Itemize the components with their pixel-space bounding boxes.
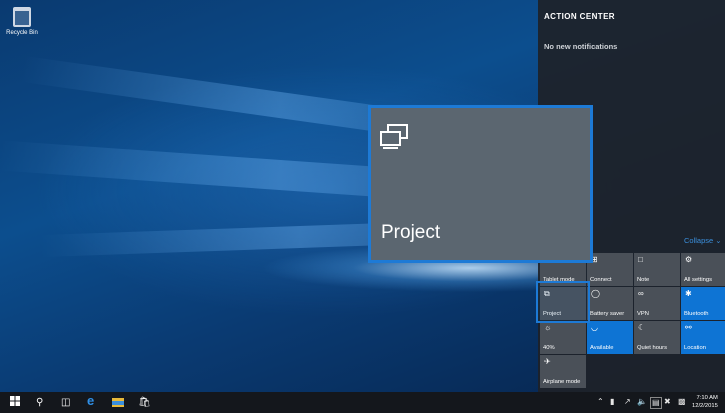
vpn-icon: ∞: [638, 289, 644, 298]
moon-icon: ☾: [638, 323, 646, 332]
chevron-up-icon[interactable]: ⌃: [597, 397, 604, 407]
clock-time: 7:10 AM: [696, 395, 718, 401]
tile-connect[interactable]: ⊞ Connect: [587, 253, 633, 286]
network-tray-icon[interactable]: ↗: [624, 397, 631, 407]
tile-all-settings[interactable]: ⚙ All settings: [681, 253, 725, 286]
clock[interactable]: 7:10 AM 12/2/2015: [692, 394, 718, 410]
tile-label: Battery saver: [590, 311, 625, 317]
tile-bluetooth[interactable]: ✱ Bluetooth: [681, 287, 725, 320]
note-icon: □: [638, 255, 643, 264]
tile-vpn[interactable]: ∞ VPN: [634, 287, 680, 320]
search-icon[interactable]: ⚲: [36, 396, 43, 409]
recycle-bin[interactable]: Recycle Bin: [4, 7, 40, 36]
battery-tray-icon[interactable]: ▮: [610, 397, 614, 407]
volume-icon[interactable]: 🔈: [637, 397, 647, 407]
action-center-tray-icon[interactable]: ✖: [664, 397, 671, 407]
no-notifications-text: No new notifications: [544, 42, 618, 51]
tile-label: Airplane mode: [543, 379, 581, 385]
battery-icon: ◯: [591, 289, 600, 298]
tile-wifi[interactable]: ◡ Available: [587, 321, 633, 354]
collapse-label: Collapse: [684, 236, 714, 245]
recycle-bin-label: Recycle Bin: [6, 30, 38, 36]
project-tile-highlight: [536, 281, 590, 323]
tile-airplane-mode[interactable]: ✈ Airplane mode: [540, 355, 586, 388]
tile-label: Location: [684, 345, 706, 351]
clock-date: 12/2/2015: [692, 403, 718, 409]
task-view-icon[interactable]: ◫: [61, 396, 70, 409]
tile-label: Note: [637, 277, 650, 283]
location-icon: ⚯: [685, 323, 692, 332]
taskbar: ⚲ ◫ e 🛍 ⌃ ▮ ↗ 🔈 ▤ ✖ ▩ 7:10 AM 12/2/2015: [0, 392, 725, 413]
bluetooth-icon: ✱: [685, 289, 692, 298]
tile-label: Bluetooth: [684, 311, 709, 317]
wifi-icon: ◡: [591, 323, 598, 332]
tile-brightness[interactable]: ☼ 40%: [540, 321, 586, 354]
tile-battery-saver[interactable]: ◯ Battery saver: [587, 287, 633, 320]
edge-icon[interactable]: e: [87, 394, 94, 407]
file-explorer-icon[interactable]: [112, 397, 124, 411]
tile-label: All settings: [684, 277, 713, 283]
brightness-icon: ☼: [544, 323, 552, 332]
chevron-down-icon: ⌄: [715, 236, 722, 245]
notification-icon[interactable]: ▩: [678, 397, 686, 407]
tile-quiet-hours[interactable]: ☾ Quiet hours: [634, 321, 680, 354]
project-callout: Project: [368, 105, 593, 263]
collapse-link[interactable]: Collapse ⌄: [684, 236, 722, 245]
tile-label: VPN: [637, 311, 649, 317]
tile-location[interactable]: ⚯ Location: [681, 321, 725, 354]
tile-label: Available: [590, 345, 614, 351]
gear-icon: ⚙: [685, 255, 693, 264]
tile-label: Quiet hours: [637, 345, 667, 351]
tile-note[interactable]: □ Note: [634, 253, 680, 286]
tile-label: 40%: [543, 345, 555, 351]
keyboard-tray-icon[interactable]: ▤: [650, 397, 662, 409]
tile-label: Connect: [590, 277, 612, 283]
action-center-title: ACTION CENTER: [544, 12, 615, 21]
windows-start-icon[interactable]: [10, 396, 20, 410]
airplane-icon: ✈: [544, 357, 551, 366]
recycle-bin-icon: [13, 7, 31, 27]
project-callout-title: Project: [381, 222, 441, 243]
store-icon[interactable]: 🛍: [138, 396, 151, 409]
project-icon: [379, 124, 409, 155]
